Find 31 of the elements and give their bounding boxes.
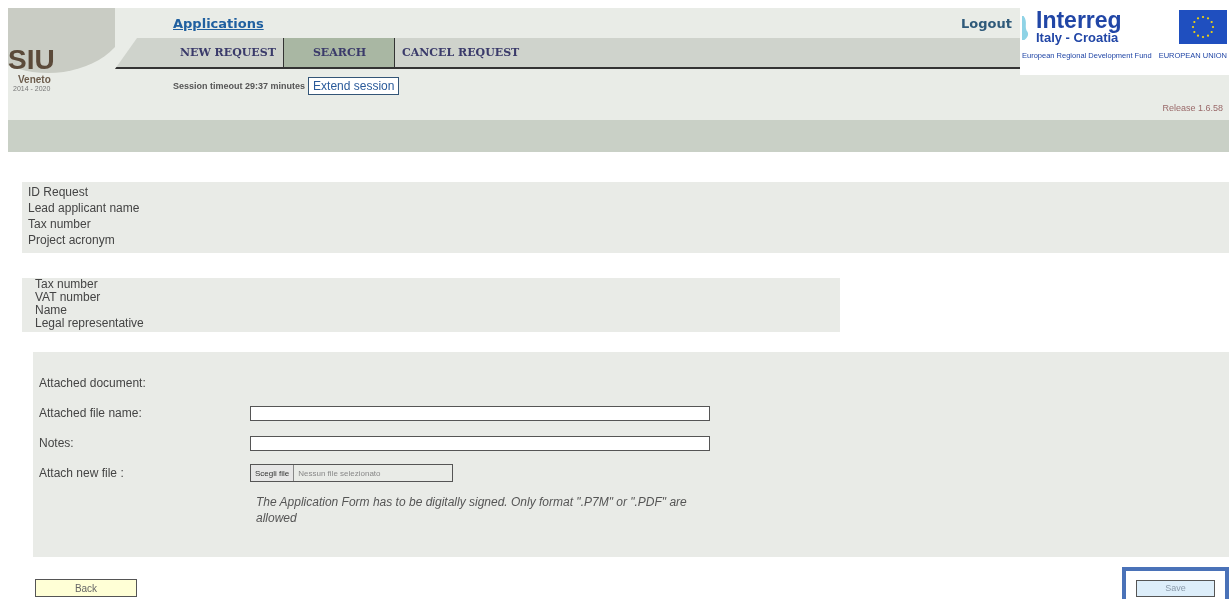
field-label: Attached document: (39, 376, 147, 390)
field-label: Attach new file : (39, 466, 125, 480)
logo-name: Interreg (1036, 9, 1122, 31)
logo-subtitle: Veneto (18, 74, 51, 85)
field-label: Legal representative (35, 317, 145, 330)
nav-tab[interactable]: CANCEL REQUEST (395, 38, 595, 67)
nav-tab[interactable]: SEARCH (284, 38, 395, 67)
flag-icon (1179, 9, 1227, 45)
applications-link[interactable]: Applications (173, 15, 264, 31)
field-label: Notes: (39, 436, 75, 450)
extend-session-button[interactable]: Extend session (308, 77, 400, 95)
text-field[interactable] (250, 405, 710, 421)
field-label: Lead applicant name (28, 200, 141, 216)
session-timeout: Session timeout 29:37 minutes (173, 81, 306, 91)
wave-icon (1022, 13, 1030, 43)
field-label: Attached file name: (39, 406, 143, 420)
file-input[interactable]: Scegli file Nessun file selezionato (250, 464, 453, 482)
field-label: Project acronym (28, 232, 116, 248)
field-label: Name (35, 304, 68, 317)
field-label: Tax number (35, 278, 99, 291)
release-version: Release 1.6.58 (1161, 103, 1224, 113)
logout-link[interactable]: Logout (961, 15, 1012, 31)
file-status: Nessun file selezionato (297, 467, 381, 480)
field-label: VAT number (35, 291, 102, 304)
field-label: Tax number (28, 216, 92, 232)
logo-title: SIU (8, 46, 55, 74)
text-field[interactable] (250, 435, 710, 451)
choose-file-button[interactable]: Scegli file (251, 465, 295, 481)
field-label: ID Request (28, 184, 90, 200)
back-button[interactable]: Back (35, 579, 137, 597)
hint-text: The Application Form has to be digitally signed. Only format ".P7M" or ".PDF" are allowed (256, 494, 688, 526)
